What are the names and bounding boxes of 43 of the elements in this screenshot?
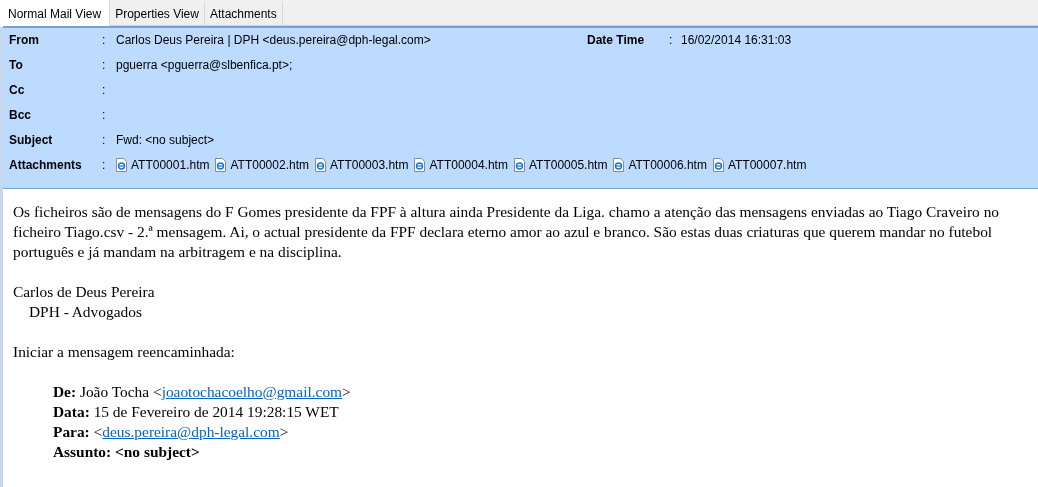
colon-text: : <box>102 82 107 99</box>
signature-line: Carlos de Deus Pereira <box>13 282 156 302</box>
file-icon <box>712 158 724 172</box>
colon-text: : <box>102 57 107 74</box>
colon-text: : <box>102 157 107 174</box>
email-link[interactable]: joaotochacoelho@gmail.com <box>161 383 343 400</box>
colon-text: : <box>102 32 107 49</box>
field-label: Date Time <box>587 32 646 49</box>
attachment-link[interactable]: ATT00004.htm <box>429 156 508 174</box>
forwarded-header-line: Data: 15 de Fevereiro de 2014 19:28:15 WET <box>53 402 340 422</box>
field-label: Cc <box>9 82 26 99</box>
message-paragraph: Os ficheiros são de mensagens do F Gomes presidente da FPF à altura ainda Presidente da Liga. chamo a atenção das mensagens enviadas ao Tiago Craveiro no ficheiro Tiago.csv - 2.ª mensagem. Ai, o actual presidente da FPF declara eterno amor ao azul e branco. São estas duas criaturas que querem mandar no futebol português e já mandam na arbitragem e na disciplina. <box>13 202 1001 262</box>
forwarded-header-line: De: João Tocha <joaotochacoelho@gmail.com> <box>53 382 352 402</box>
file-icon <box>116 158 127 172</box>
attachment-link[interactable]: ATT00002.htm <box>230 156 309 174</box>
attachment-link[interactable]: ATT00007.htm <box>727 156 807 174</box>
field-value: Carlos Deus Pereira | DPH <deus.pereira@dph-legal.com> <box>116 32 431 49</box>
colon-text: : <box>102 132 107 149</box>
attachment-link[interactable]: ATT00001.htm <box>131 156 210 174</box>
file-icon <box>414 158 426 172</box>
attachment-link[interactable]: ATT00006.htm <box>628 156 707 174</box>
forward-intro: Iniciar a mensagem reencaminhada: <box>13 342 236 362</box>
forwarded-header-line: Assunto: <no subject> <box>53 442 201 462</box>
colon-text: : <box>669 32 674 49</box>
tab[interactable]: Normal Mail View <box>0 0 111 27</box>
field-label: From <box>9 32 40 49</box>
attachment-link[interactable]: ATT00005.htm <box>528 156 608 174</box>
field-value: 16/02/2014 16:31:03 <box>681 32 792 49</box>
file-icon <box>613 158 625 172</box>
field-label: Subject <box>9 132 54 149</box>
file-icon <box>314 158 326 172</box>
signature-line: DPH - Advogados <box>28 302 143 322</box>
forwarded-header-line: Para: <deus.pereira@dph-legal.com> <box>53 422 290 442</box>
field-value: Fwd: <no subject> <box>116 132 215 149</box>
colon-text: : <box>102 107 107 124</box>
attachment-link[interactable]: ATT00003.htm <box>329 156 409 174</box>
file-icon <box>513 158 525 172</box>
field-label: To <box>9 57 24 74</box>
email-link[interactable]: deus.pereira@dph-legal.com <box>102 423 280 440</box>
field-label: Bcc <box>9 107 32 124</box>
file-icon <box>215 158 227 172</box>
field-label: Attachments <box>9 157 83 174</box>
field-value: pguerra <pguerra@slbenfica.pt>; <box>116 57 293 74</box>
